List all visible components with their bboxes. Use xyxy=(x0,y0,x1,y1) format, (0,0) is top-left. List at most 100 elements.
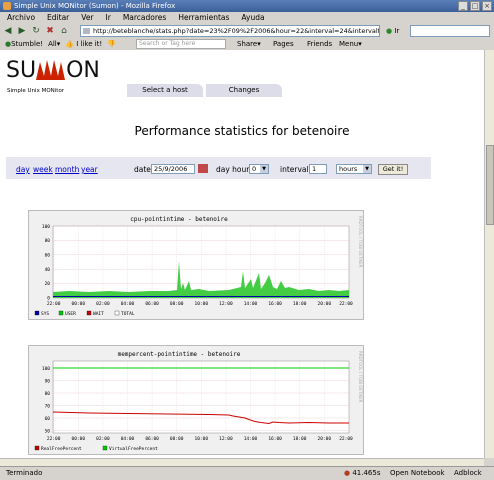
adblock-button[interactable]: Adblock xyxy=(454,467,482,480)
link-month[interactable]: month xyxy=(55,165,79,174)
get-it-button[interactable]: Get it! xyxy=(378,164,408,175)
horizontal-scrollbar[interactable] xyxy=(0,458,484,466)
load-time: ● 41.465s xyxy=(344,469,381,477)
intervaltype-select[interactable]: hours ▼ xyxy=(336,164,372,174)
open-notebook-button[interactable]: Open Notebook xyxy=(390,467,445,480)
cpu-y-tick: 80 xyxy=(45,238,51,244)
tag-search-input[interactable]: Search or Tag here xyxy=(136,39,226,49)
logo-m-icon xyxy=(36,60,66,80)
cpu-x-tick: 14:00 xyxy=(244,301,258,307)
vertical-scrollbar[interactable] xyxy=(484,50,494,458)
window-titlebar: Simple Unix MONitor (Sumon) - Mozilla Fi… xyxy=(0,0,494,12)
cpu-x-tick: 04:00 xyxy=(121,301,135,307)
chevron-down-icon: ▼ xyxy=(260,165,268,173)
stumbleupon-toolbar: ●Stumble! All▾ 👍 I like it! 👎 Search or … xyxy=(0,38,494,50)
status-text: Terminado xyxy=(6,469,43,477)
menu-archivo[interactable]: Archivo xyxy=(7,12,35,24)
tab-changes[interactable]: Changes xyxy=(206,84,282,97)
stumble-button[interactable]: ●Stumble! xyxy=(5,38,43,50)
cpu-legend-sys: SYS xyxy=(41,311,49,317)
mem-y-tick: 100 xyxy=(42,366,50,372)
friends-button[interactable]: Friends xyxy=(307,38,332,50)
mem-y-tick: 80 xyxy=(45,391,51,397)
pages-button[interactable]: Pages xyxy=(273,38,294,50)
back-arrow-icon[interactable]: ◀ xyxy=(2,25,14,37)
url-input[interactable]: http://beteblanche/stats.php?date=23%2F0… xyxy=(80,25,380,37)
link-day[interactable]: day xyxy=(16,165,30,174)
cpu-y-tick: 60 xyxy=(45,253,51,259)
cpu-x-tick: 10:00 xyxy=(195,301,209,307)
menu-ir[interactable]: Ir xyxy=(106,12,111,24)
minimize-button[interactable]: _ xyxy=(458,1,468,11)
calendar-icon[interactable] xyxy=(198,164,208,173)
date-input[interactable]: 25/9/2006 xyxy=(151,164,195,174)
interval-label: interval xyxy=(280,165,309,174)
ilike-button[interactable]: 👍 I like it! xyxy=(65,38,102,50)
firefox-icon xyxy=(3,2,11,10)
cpu-x-tick: 18:00 xyxy=(293,301,307,307)
page-title: Performance statistics for betenoire xyxy=(134,124,350,138)
mem-x-tick: 22:00 xyxy=(47,436,61,442)
menu-ayuda[interactable]: Ayuda xyxy=(241,12,264,24)
mem-x-tick: 22:00 xyxy=(339,436,353,442)
window-title: Simple Unix MONitor (Sumon) - Mozilla Fi… xyxy=(14,2,176,10)
menu-editar[interactable]: Editar xyxy=(47,12,69,24)
navigation-toolbar: ◀ ▶ ↻ ✖ ⌂ http://beteblanche/stats.php?d… xyxy=(0,24,494,38)
mem-x-tick: 18:00 xyxy=(293,436,307,442)
thumbs-down-icon[interactable]: 👎 xyxy=(107,38,116,50)
menu-ver[interactable]: Ver xyxy=(81,12,93,24)
cpu-x-tick: 12:00 xyxy=(219,301,233,307)
mem-x-tick: 08:00 xyxy=(170,436,184,442)
cpu-graph-svg: cpu-pointintime - betenoire RRDTOOL / TO… xyxy=(34,216,363,317)
reload-icon[interactable]: ↻ xyxy=(30,25,42,37)
go-button[interactable]: ● Ir xyxy=(386,25,399,37)
controls-panel: day week month year date 25/9/2006 day h… xyxy=(6,157,431,179)
cpu-y-tick: 20 xyxy=(45,281,51,287)
mem-x-tick: 16:00 xyxy=(268,436,282,442)
mem-x-tick: 20:00 xyxy=(318,436,332,442)
menu-bar: Archivo Editar Ver Ir Marcadores Herrami… xyxy=(0,12,494,24)
mem-x-tick: 12:00 xyxy=(219,436,233,442)
mem-graph-title: mempercent-pointintime - betenoire xyxy=(118,351,241,358)
mem-x-tick: 04:00 xyxy=(121,436,135,442)
mem-x-tick: 10:00 xyxy=(195,436,209,442)
mem-x-tick: 00:00 xyxy=(72,436,86,442)
cpu-y-tick: 100 xyxy=(42,224,50,230)
mem-x-tick: 14:00 xyxy=(244,436,258,442)
cpu-y-tick: 0 xyxy=(47,296,50,302)
cpu-y-tick: 40 xyxy=(45,267,51,273)
tab-select-host[interactable]: Select a host xyxy=(127,84,203,97)
maximize-button[interactable]: □ xyxy=(470,1,480,11)
dayhour-select[interactable]: 0 ▼ xyxy=(249,164,269,174)
close-button[interactable]: × xyxy=(482,1,492,11)
link-week[interactable]: week xyxy=(33,165,53,174)
menu-herramientas[interactable]: Herramientas xyxy=(178,12,229,24)
scrollbar-thumb[interactable] xyxy=(486,145,494,225)
search-engine-input[interactable] xyxy=(410,25,490,37)
cpu-x-tick: 22:00 xyxy=(47,301,61,307)
cpu-x-tick: 08:00 xyxy=(170,301,184,307)
page-viewport: SU ON Simple Unix MONitor Select a host C… xyxy=(0,50,484,458)
share-button[interactable]: Share▾ xyxy=(237,38,261,50)
mem-y-tick: 90 xyxy=(45,379,51,385)
cpu-x-tick: 22:00 xyxy=(339,301,353,307)
chevron-down-icon: ▼ xyxy=(363,165,371,173)
mem-y-tick: 70 xyxy=(45,404,51,410)
interval-input[interactable]: 1 xyxy=(309,164,327,174)
mem-legend-virtual: VirtualFreePercent xyxy=(109,446,158,452)
mem-graph: mempercent-pointintime - betenoire RRDTO… xyxy=(28,345,364,455)
forward-arrow-icon[interactable]: ▶ xyxy=(16,25,28,37)
mem-graph-sidetext: RRDTOOL / TOBI OETIKER xyxy=(358,351,363,403)
stumble-menu-button[interactable]: Menu▾ xyxy=(339,38,362,50)
mem-y-tick: 60 xyxy=(45,416,51,422)
status-bar: Terminado ● 41.465s Open Notebook Adbloc… xyxy=(0,466,494,480)
cpu-graph: cpu-pointintime - betenoire RRDTOOL / TO… xyxy=(28,210,364,320)
mem-legend-real: RealFreePercent xyxy=(41,446,82,452)
menu-marcadores[interactable]: Marcadores xyxy=(123,12,167,24)
mem-y-tick: 50 xyxy=(45,429,51,435)
stop-icon[interactable]: ✖ xyxy=(44,25,56,37)
cpu-x-tick: 20:00 xyxy=(318,301,332,307)
all-dropdown[interactable]: All▾ xyxy=(48,38,60,50)
link-year[interactable]: year xyxy=(81,165,98,174)
home-icon[interactable]: ⌂ xyxy=(58,25,70,37)
